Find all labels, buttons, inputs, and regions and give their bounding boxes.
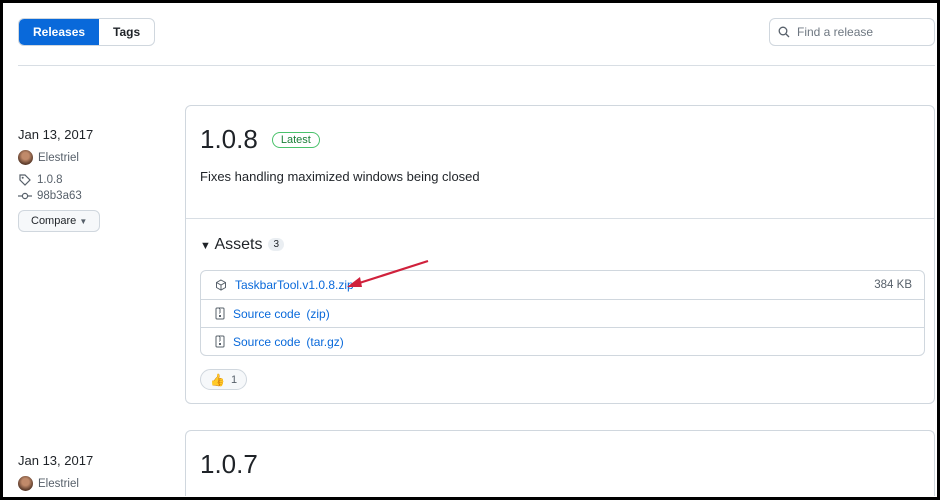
- tab-tags[interactable]: Tags: [99, 19, 154, 45]
- annotation-arrow: [347, 259, 429, 287]
- release-date: Jan 13, 2017: [18, 127, 94, 142]
- chevron-down-icon: ▼: [79, 217, 88, 226]
- search-input[interactable]: Find a release: [769, 18, 935, 46]
- author-link[interactable]: Elestriel: [38, 478, 79, 490]
- asset-row: Source code (zip): [201, 299, 924, 327]
- compare-button[interactable]: Compare ▼: [18, 210, 101, 232]
- source-targz-link[interactable]: Source code: [233, 335, 300, 349]
- release-card: 1.0.7: [185, 430, 935, 496]
- asset-link[interactable]: TaskbarTool.v1.0.8.zip: [235, 278, 354, 292]
- release-tabs: Releases Tags: [18, 18, 156, 46]
- release-sidebar: Jan 13, 2017 Elestriel: [18, 453, 93, 491]
- package-icon: [216, 279, 226, 291]
- source-zip-link[interactable]: Source code: [233, 307, 300, 321]
- tab-releases[interactable]: Releases: [19, 19, 100, 45]
- tag-link[interactable]: 1.0.8: [37, 174, 63, 186]
- source-targz-suffix[interactable]: (tar.gz): [306, 335, 343, 349]
- release-card: 1.0.8 Latest Fixes handling maximized win…: [185, 105, 935, 404]
- asset-row: Source code (tar.gz): [201, 327, 924, 355]
- release-sidebar: Jan 13, 2017 Elestriel 1.0.8 98b3a63 Com…: [18, 127, 101, 232]
- divider: [186, 218, 934, 219]
- thumbs-up-icon: 👍: [210, 372, 225, 387]
- release-notes: Fixes handling maximized windows being c…: [200, 169, 480, 184]
- file-zip-icon: [215, 335, 225, 348]
- assets-count: 3: [268, 238, 285, 252]
- triangle-down-icon: ▼: [200, 240, 211, 252]
- latest-badge: Latest: [271, 131, 320, 148]
- page-frame: Releases Tags Find a release Jan 13, 201…: [3, 3, 937, 497]
- assets-list: TaskbarTool.v1.0.8.zip 384 KB Source cod…: [200, 270, 925, 356]
- source-zip-suffix[interactable]: (zip): [306, 307, 329, 321]
- asset-size: 384 KB: [874, 279, 912, 291]
- divider: [18, 65, 935, 66]
- file-zip-icon: [215, 307, 225, 320]
- search-icon: [778, 26, 790, 38]
- commit-icon: [18, 192, 32, 200]
- release-date: Jan 13, 2017: [18, 453, 94, 468]
- asset-row: TaskbarTool.v1.0.8.zip 384 KB: [201, 271, 924, 299]
- commit-link[interactable]: 98b3a63: [37, 190, 82, 202]
- avatar: [18, 150, 33, 165]
- tag-icon: [19, 174, 31, 186]
- reaction-thumbs-up[interactable]: 👍 1: [200, 369, 248, 390]
- avatar: [18, 476, 33, 491]
- assets-toggle[interactable]: ▼ Assets 3: [200, 236, 285, 254]
- release-title[interactable]: 1.0.8: [200, 124, 258, 155]
- release-title[interactable]: 1.0.7: [200, 449, 258, 480]
- author-link[interactable]: Elestriel: [38, 152, 79, 164]
